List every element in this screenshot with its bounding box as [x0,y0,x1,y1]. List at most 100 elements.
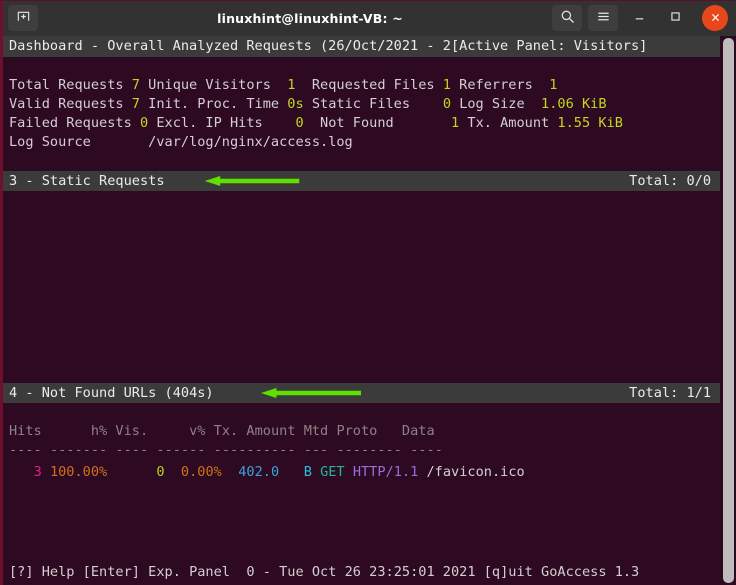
stat-value-valid-requests: 7 [131,96,140,112]
col-vis-pct: v% [189,423,206,439]
rule-hits: ---- [9,442,42,458]
close-button[interactable] [702,5,728,31]
window-title: linuxhint@linuxhint-VB: ~ [217,10,403,26]
col-vis: Vis. [115,423,149,439]
stat-value-unique-visitors: 1 [287,77,296,93]
panel-total-static-requests: Total: 0/0 [629,173,711,189]
close-icon [709,9,722,28]
panel-header-not-found-urls[interactable]: 4 - Not Found URLs (404s) Total: 1/1 [0,383,720,403]
col-hits: Hits [9,423,42,439]
new-tab-button[interactable] [8,5,38,31]
cell-tx-amount: 402.0 [238,464,280,480]
stat-label-referrers: Referrers [459,77,533,93]
panel-name-3: Static Requests [41,173,165,189]
panel-title-not-found-urls: 4 - Not Found URLs (404s) [9,383,214,403]
status-program-version: GoAccess 1.3 [541,564,640,580]
stat-label-excl-ip-hits: Excl. IP Hits [156,115,263,131]
col-mtd: Mtd [303,423,329,439]
table-column-rules: ---- ------- ---- ------ ---------- --- … [0,441,736,460]
stat-value-init-proc-time: 0s [287,96,304,112]
cell-vis: 0 [156,464,165,480]
status-timestamp: Tue Oct 26 23:25:01 2021 [279,564,476,580]
stat-value-requested-files: 1 [442,77,451,93]
search-icon [560,9,575,28]
goaccess-status-bar: [?] Help [Enter] Exp. Panel 0 - Tue Oct … [0,563,736,585]
col-proto: Proto [336,423,378,439]
stats-row-1: Total Requests 7 Unique Visitors 1 Reque… [0,76,736,95]
stats-row-4: Log Source /var/log/nginx/access.log [0,133,736,152]
maximize-icon [668,9,683,28]
stat-label-log-source: Log Source [9,134,91,150]
status-expand-panel[interactable]: [Enter] Exp. Panel [83,564,230,580]
cell-data: /favicon.ico [426,464,525,480]
rule-vis: ---- [115,442,149,458]
stat-label-log-size: Log Size [459,96,525,112]
stat-label-total-requests: Total Requests [9,77,124,93]
cell-vis-pct: 0.00% [180,464,222,480]
terminal-window: linuxhint@linuxhint-VB: ~ Dashboard - Ov… [0,0,736,585]
stat-label-tx-amount: Tx. Amount [467,115,550,131]
cell-tx-unit: B [303,464,312,480]
table-column-headers: Hits h% Vis. v% Tx. Amount Mtd Proto Dat… [0,422,736,441]
stat-value-tx-amount: 1.55 KiB [557,115,623,131]
window-top-hairline [0,0,736,1]
search-button[interactable] [552,5,582,31]
status-help[interactable]: [?] Help [9,564,74,580]
minimize-button[interactable] [624,5,654,31]
overall-stats: Total Requests 7 Unique Visitors 1 Reque… [0,76,736,152]
col-tx-amount: Tx. Amount [213,423,296,439]
panel-sep: - [25,173,34,189]
stat-value-referrers: 1 [549,77,558,93]
terminal-scrollbar-track[interactable] [720,36,736,585]
stat-value-log-size: 1.06 KiB [541,96,607,112]
cell-protocol: HTTP/1.1 [352,464,419,480]
rule-proto: -------- [336,442,402,458]
panel-total-not-found-urls: Total: 1/1 [629,385,711,401]
titlebar-controls [552,5,728,31]
table-row[interactable]: 3 100.00% 0 0.00% 402.0 B GET HTTP/1.1 /… [0,463,736,482]
panel-sep: - [25,385,34,401]
terminal-scrollbar-thumb[interactable] [723,38,734,583]
stat-value-not-found: 1 [451,115,460,131]
stat-label-init-proc-time: Init. Proc. Time [148,96,280,112]
stat-value-log-source: /var/log/nginx/access.log [148,134,353,150]
status-quit[interactable]: [q]uit [484,564,533,580]
status-dash: - [262,564,271,580]
terminal-content[interactable]: Dashboard - Overall Analyzed Requests (2… [0,36,736,585]
cell-method: GET [320,464,345,480]
panel-title-static-requests: 3 - Static Requests [9,171,165,191]
menu-button[interactable] [588,5,618,31]
new-tab-icon [16,9,31,28]
col-data: Data [401,423,435,439]
window-titlebar: linuxhint@linuxhint-VB: ~ [0,0,736,36]
stats-row-3: Failed Requests 0 Excl. IP Hits 0 Not Fo… [0,114,736,133]
stat-label-not-found: Not Found [320,115,394,131]
annotation-arrow-not-found-urls [261,388,361,398]
stat-label-failed-requests: Failed Requests [9,115,132,131]
minimize-icon [632,9,647,28]
rule-tx-amount: ---------- [213,442,296,458]
annotation-arrow-static-requests [204,176,300,186]
panel-body-static-requests [0,191,736,383]
goaccess-dashboard-header: Dashboard - Overall Analyzed Requests (2… [0,36,720,57]
stat-label-unique-visitors: Unique Visitors [148,77,271,93]
panel-header-static-requests[interactable]: 3 - Static Requests Total: 0/0 [0,171,720,191]
status-active-index: 0 [246,564,255,580]
stat-label-valid-requests: Valid Requests [9,96,124,112]
status-bar-line: [?] Help [Enter] Exp. Panel 0 - Tue Oct … [0,563,736,582]
rule-vis-pct: ------ [156,442,206,458]
stat-value-failed-requests: 0 [139,115,149,131]
window-left-accent-stripe [0,0,3,585]
stat-value-static-files: 0 [442,96,451,112]
stat-value-excl-ip-hits: 0 [295,115,304,131]
stat-label-requested-files: Requested Files [311,77,435,93]
rule-hits-pct: ------- [49,442,108,458]
hamburger-menu-icon [596,9,611,28]
stats-row-2: Valid Requests 7 Init. Proc. Time 0s Sta… [0,95,736,114]
panel-name-4: Not Found URLs (404s) [41,385,214,401]
panel-index-4: 4 [9,385,18,401]
maximize-button[interactable] [660,5,690,31]
rule-data: ---- [410,442,443,458]
